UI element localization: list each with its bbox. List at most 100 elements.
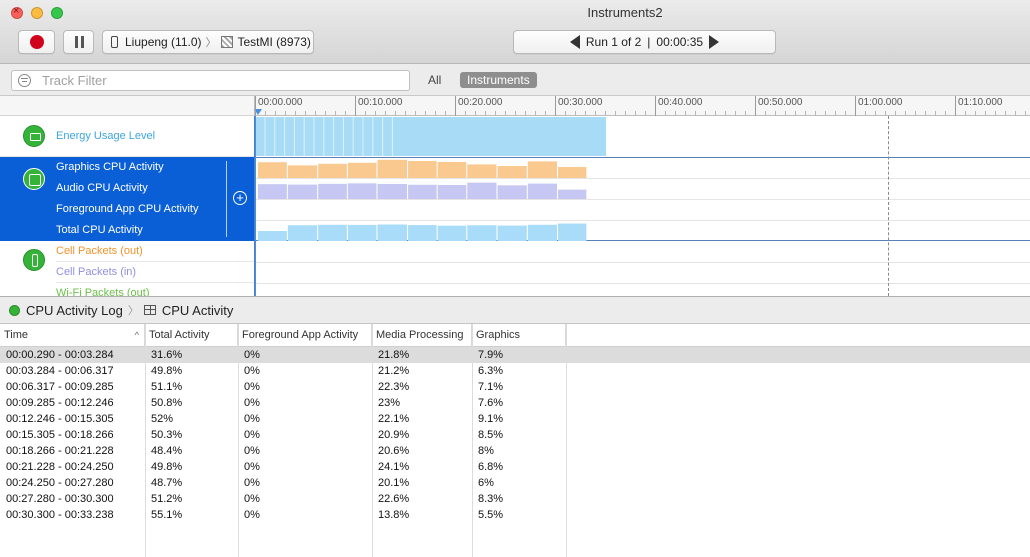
- ruler-minor-tick: [435, 111, 436, 115]
- table-cell: 00:00.290 - 00:03.284: [6, 349, 114, 361]
- track-cpu-activity[interactable]: Graphics CPU Activity Audio CPU Activity…: [0, 157, 254, 241]
- column-header-foreground-app-activity[interactable]: Foreground App Activity: [238, 324, 372, 347]
- table-cell: 22.3%: [378, 381, 410, 393]
- track-filter-field[interactable]: [11, 70, 410, 91]
- column-header-media-processing[interactable]: Media Processing: [372, 324, 472, 347]
- pause-button[interactable]: [63, 30, 94, 54]
- filter-bar: All Instruments: [0, 64, 1030, 96]
- table-row[interactable]: 00:27.280 - 00:30.300 51.2% 0% 22.6% 8.3%: [0, 491, 1030, 507]
- table-cell: 0%: [244, 413, 260, 425]
- column-header-label: Graphics: [476, 329, 521, 341]
- audio-cpu-label: Audio CPU Activity: [56, 182, 148, 194]
- table-cell: 0%: [244, 429, 260, 441]
- ruler-tick: 00:50.000: [755, 96, 803, 116]
- table-row[interactable]: 00:21.228 - 00:24.250 49.8% 0% 24.1% 6.8%: [0, 459, 1030, 475]
- ruler-minor-tick: [305, 111, 306, 115]
- previous-run-icon[interactable]: [569, 35, 580, 49]
- target-selector[interactable]: Liupeng (11.0) 〉 TestMI (8973): [102, 30, 314, 54]
- device-name: Liupeng (11.0): [125, 35, 202, 49]
- ruler-minor-tick: [645, 111, 646, 115]
- ruler-tick-label: 00:10.000: [358, 97, 403, 108]
- cpu-chip-icon: [23, 168, 45, 190]
- ruler-minor-tick: [665, 111, 666, 115]
- audio-cpu-bar: [467, 182, 497, 199]
- ruler-minor-tick: [335, 111, 336, 115]
- battery-icon: [23, 125, 45, 147]
- table-cell: 0%: [244, 445, 260, 457]
- sort-ascending-icon[interactable]: ^: [135, 324, 139, 347]
- run-navigator: Run 1 of 2 | 00:00:35: [513, 30, 776, 54]
- table-row[interactable]: 00:30.300 - 00:33.238 55.1% 0% 13.8% 5.5%: [0, 507, 1030, 523]
- graphics-cpu-bar: [377, 159, 408, 178]
- column-header-total-activity[interactable]: Total Activity: [145, 324, 238, 347]
- timeline-ruler[interactable]: 00:00.000 00:10.000 00:20.000 00:30.000 00:4…: [254, 96, 1030, 116]
- table-row[interactable]: 00:00.290 - 00:03.284 31.6% 0% 21.8% 7.9%: [0, 347, 1030, 363]
- table-cell: 23%: [378, 397, 401, 409]
- table-row[interactable]: 00:06.317 - 00:09.285 51.1% 0% 22.3% 7.1%: [0, 379, 1030, 395]
- table-cell: 0%: [244, 349, 260, 361]
- inspection-marker[interactable]: [888, 116, 889, 296]
- table-cell: 50.8%: [151, 397, 183, 409]
- cell-packets-out-label: Cell Packets (out): [56, 241, 254, 262]
- table-row[interactable]: 00:18.266 - 00:21.228 48.4% 0% 20.6% 8%: [0, 443, 1030, 459]
- scope-all-button[interactable]: All: [428, 73, 441, 87]
- table-row[interactable]: 00:09.285 - 00:12.246 50.8% 0% 23% 7.6%: [0, 395, 1030, 411]
- column-divider: [566, 324, 567, 557]
- track-energy[interactable]: Energy Usage Level: [0, 116, 254, 157]
- add-track-icon[interactable]: +: [233, 191, 247, 205]
- total-cpu-label: Total CPU Activity: [56, 224, 143, 236]
- column-header-label: Media Processing: [376, 329, 464, 341]
- breadcrumb-view[interactable]: CPU Activity: [162, 303, 234, 318]
- ruler-minor-tick: [605, 111, 606, 115]
- track-graphs[interactable]: [254, 116, 1030, 296]
- table-cell: 9.1%: [478, 413, 504, 425]
- column-header-graphics[interactable]: Graphics: [472, 324, 566, 347]
- table-cell: 6.8%: [478, 461, 504, 473]
- record-button[interactable]: [18, 30, 55, 54]
- scope-instruments-button[interactable]: Instruments: [460, 72, 537, 88]
- column-header-time[interactable]: Time ^: [0, 324, 145, 347]
- ruler-minor-tick: [545, 111, 546, 115]
- table-row[interactable]: 00:24.250 - 00:27.280 48.7% 0% 20.1% 6%: [0, 475, 1030, 491]
- chevron-right-icon: 〉: [127, 305, 139, 317]
- table-cell: 49.8%: [151, 461, 183, 473]
- ruler-minor-tick: [615, 111, 616, 115]
- table-cell: 7.6%: [478, 397, 504, 409]
- ruler-minor-tick: [905, 111, 906, 115]
- chevron-right-icon: 〉: [205, 37, 217, 49]
- table-row[interactable]: 00:12.246 - 00:15.305 52% 0% 22.1% 9.1%: [0, 411, 1030, 427]
- table-row[interactable]: 00:15.305 - 00:18.266 50.3% 0% 20.9% 8.5%: [0, 427, 1030, 443]
- next-run-icon[interactable]: [709, 35, 720, 49]
- table-cell: 8%: [478, 445, 494, 457]
- table-cell: 00:09.285 - 00:12.246: [6, 397, 114, 409]
- table-cell: 00:27.280 - 00:30.300: [6, 493, 114, 505]
- ruler-tick-label: 00:50.000: [758, 97, 803, 108]
- table-cell: 8.5%: [478, 429, 504, 441]
- breadcrumb-log[interactable]: CPU Activity Log: [26, 303, 123, 318]
- table-cell: 0%: [244, 397, 260, 409]
- total-cpu-bar: [287, 225, 318, 241]
- ruler-minor-tick: [405, 111, 406, 115]
- total-cpu-bar: [558, 223, 587, 241]
- column-header-label: Total Activity: [149, 329, 210, 341]
- ruler-minor-tick: [925, 111, 926, 115]
- ruler-minor-tick: [715, 111, 716, 115]
- track-filter-input[interactable]: [42, 72, 402, 89]
- track-graph-canvas: [256, 117, 606, 241]
- table-cell: 7.9%: [478, 349, 504, 361]
- table-row[interactable]: 00:03.284 - 00:06.317 49.8% 0% 21.2% 6.3%: [0, 363, 1030, 379]
- ruler-minor-tick: [625, 111, 626, 115]
- table-header: Time ^ Total Activity Foreground App Activi…: [0, 324, 1030, 347]
- playhead-line[interactable]: [255, 116, 256, 296]
- window-toolbar: Instruments2 Liupeng (11.0) 〉 TestMI (89…: [0, 0, 1030, 64]
- table-cell: 48.4%: [151, 445, 183, 457]
- table-cell: 0%: [244, 365, 260, 377]
- ruler-minor-tick: [895, 111, 896, 115]
- ruler-tick: 00:10.000: [355, 96, 403, 116]
- table-cell: 0%: [244, 477, 260, 489]
- track-network[interactable]: Cell Packets (out) Cell Packets (in) Wi-…: [0, 241, 254, 296]
- ruler-minor-tick: [725, 111, 726, 115]
- column-header-label: Time: [4, 329, 29, 341]
- cell-packets-in-label: Cell Packets (in): [56, 262, 254, 283]
- table-icon: [143, 305, 156, 315]
